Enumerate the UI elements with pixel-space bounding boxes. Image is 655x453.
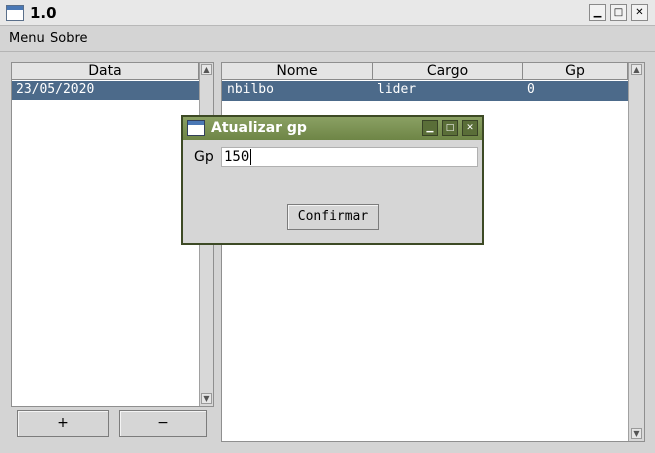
row-nome: nbilbo: [227, 82, 274, 97]
confirm-button[interactable]: Confirmar: [287, 204, 379, 230]
dialog-title: Atualizar gp: [211, 120, 307, 136]
gp-input-value: 150: [224, 149, 250, 165]
row-date: 23/05/2020: [16, 82, 95, 97]
maximize-button[interactable]: □: [610, 4, 627, 21]
window-title: 1.0: [30, 4, 57, 22]
scroll-up-icon[interactable]: ▲: [201, 64, 212, 75]
dialog-minimize-button[interactable]: ▁: [422, 120, 438, 136]
scroll-down-icon[interactable]: ▼: [631, 428, 642, 439]
window-icon: [187, 120, 205, 136]
text-cursor: [250, 149, 252, 165]
menu-item-sobre[interactable]: Sobre: [50, 31, 88, 46]
scroll-up-icon[interactable]: ▲: [631, 64, 642, 75]
table-row[interactable]: nbilbo lider 0: [222, 81, 628, 101]
add-date-button[interactable]: +: [17, 410, 109, 437]
remove-date-button[interactable]: −: [119, 410, 207, 437]
row-gp: 0: [527, 82, 535, 97]
window-titlebar: 1.0 ▁ □ ✕: [0, 0, 655, 26]
row-cargo: lider: [377, 82, 417, 97]
gp-label: Gp: [194, 149, 214, 165]
column-header-gp[interactable]: Gp: [523, 63, 628, 80]
window-icon: [6, 5, 24, 21]
menubar-divider: [0, 51, 655, 52]
column-header-data[interactable]: Data: [12, 63, 199, 80]
dialog-maximize-button[interactable]: □: [442, 120, 458, 136]
column-header-nome[interactable]: Nome: [222, 63, 373, 80]
close-button[interactable]: ✕: [631, 4, 648, 21]
menu-item-menu[interactable]: Menu: [9, 31, 45, 46]
dialog-close-button[interactable]: ✕: [462, 120, 478, 136]
column-header-cargo[interactable]: Cargo: [373, 63, 523, 80]
dialog-titlebar[interactable]: Atualizar gp ▁ □ ✕: [183, 117, 482, 140]
table-row[interactable]: 23/05/2020: [12, 81, 199, 100]
minimize-button[interactable]: ▁: [589, 4, 606, 21]
scroll-down-icon[interactable]: ▼: [201, 393, 212, 404]
gp-input[interactable]: 150: [221, 147, 478, 167]
update-gp-dialog[interactable]: Atualizar gp ▁ □ ✕ Gp 150 Confirmar: [181, 115, 484, 245]
members-scrollbar[interactable]: ▲ ▼: [628, 63, 644, 441]
